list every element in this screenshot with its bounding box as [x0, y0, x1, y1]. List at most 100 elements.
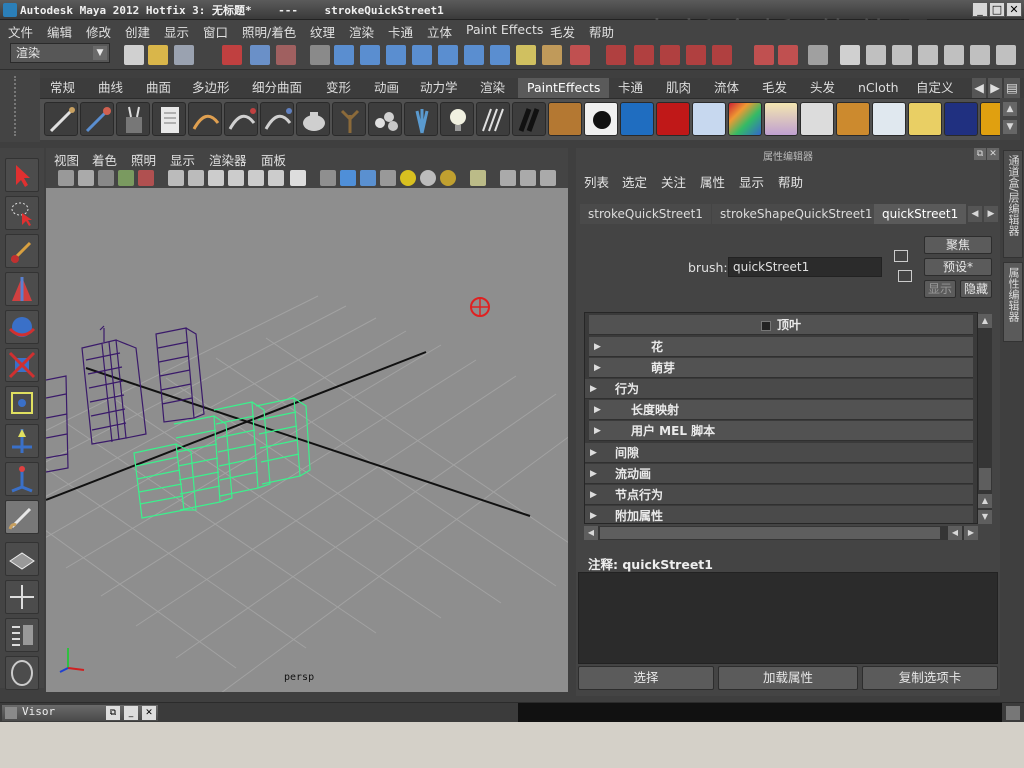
tab-curves[interactable]: 曲线 — [96, 78, 125, 98]
rope-icon[interactable] — [836, 102, 870, 136]
curve-brush-icon[interactable] — [188, 102, 222, 136]
drag-handle-icon[interactable] — [14, 76, 24, 136]
viewport-menu-renderer[interactable]: 渲染器 — [209, 150, 247, 169]
chevron-down-icon[interactable]: ▼ — [978, 510, 992, 524]
viewport-menu-panels[interactable]: 面板 — [261, 150, 286, 169]
ae-menu-selected[interactable]: 选定 — [622, 172, 647, 191]
neon-icon[interactable] — [944, 102, 978, 136]
menu-window[interactable]: 窗口 — [203, 22, 228, 41]
tab-ncloth[interactable]: nCloth — [856, 78, 901, 98]
snap-surface-icon[interactable] — [490, 45, 510, 65]
scrollbar-thumb[interactable] — [979, 468, 991, 490]
tab-general[interactable]: 常规 — [48, 78, 77, 98]
sections-vertical-scrollbar[interactable]: ▲ ▲ ▼ — [978, 314, 992, 524]
brush-name-field[interactable]: quickStreet1 — [728, 257, 882, 277]
side-tab-channel-box[interactable]: 通道盒/层编辑器 — [1003, 150, 1023, 258]
history-icon[interactable] — [570, 45, 590, 65]
tab-surfaces[interactable]: 曲面 — [144, 78, 173, 98]
output-ops-icon[interactable] — [634, 45, 654, 65]
overscan-icon[interactable] — [268, 170, 284, 186]
section-gaps[interactable]: ▶ 间隙 — [585, 443, 973, 463]
section-flow-animation[interactable]: ▶ 流动画 — [585, 464, 973, 484]
paint-brush-icon[interactable] — [80, 102, 114, 136]
restore-icon[interactable] — [1006, 706, 1020, 720]
construction-history-icon[interactable] — [660, 45, 680, 65]
chevron-up-icon[interactable]: ▲ — [1003, 102, 1017, 116]
chevron-left-icon[interactable]: ◀ — [584, 526, 598, 540]
hypershade-icon[interactable] — [778, 45, 798, 65]
lasso-tool-icon[interactable] — [5, 196, 39, 230]
menu-fur[interactable]: 毛发 — [550, 22, 575, 41]
paint-brush-icon[interactable] — [44, 102, 78, 136]
chevron-down-icon[interactable]: ▼ — [1003, 120, 1017, 134]
maximize-button[interactable]: □ — [989, 2, 1005, 17]
mesh-icon[interactable] — [800, 102, 834, 136]
textured-icon[interactable] — [380, 170, 396, 186]
curve-brush-icon[interactable] — [224, 102, 258, 136]
tab-stroke-node[interactable]: strokeQuickStreet1 — [580, 204, 711, 224]
menu-help[interactable]: 帮助 — [589, 22, 614, 41]
plant-icon[interactable] — [404, 102, 438, 136]
xray-joints-icon[interactable] — [520, 170, 536, 186]
safe-title-icon[interactable] — [228, 170, 244, 186]
attribute-editor-toggle-icon[interactable] — [944, 45, 964, 65]
stripes-icon[interactable] — [476, 102, 510, 136]
section-flowers[interactable]: ▶ 花 — [589, 337, 973, 357]
render-current-icon[interactable] — [686, 45, 706, 65]
lock-icon[interactable] — [542, 45, 562, 65]
tab-brush-node[interactable]: quickStreet1 — [874, 204, 967, 224]
field-chart-icon[interactable] — [248, 170, 264, 186]
paint-effects-tool-icon[interactable] — [5, 500, 39, 534]
snow-icon[interactable] — [692, 102, 726, 136]
close-panel-icon[interactable]: ✕ — [987, 148, 999, 160]
input-ops-icon[interactable] — [606, 45, 626, 65]
snap-view-icon[interactable] — [464, 45, 484, 65]
select-object-icon[interactable] — [250, 45, 270, 65]
render-settings-icon[interactable] — [754, 45, 774, 65]
scale-tool-icon[interactable] — [5, 348, 39, 382]
menu-render[interactable]: 渲染 — [349, 22, 374, 41]
sections-horizontal-scrollbar[interactable]: ◀ ◀ ▶ — [584, 526, 978, 540]
ae-menu-focus[interactable]: 关注 — [661, 172, 686, 191]
camera-attributes-icon[interactable] — [78, 170, 94, 186]
snap-live-icon[interactable] — [438, 45, 458, 65]
select-filter-icon[interactable] — [310, 45, 330, 65]
tab-deformation[interactable]: 变形 — [324, 78, 353, 98]
menu-texturing[interactable]: 纹理 — [310, 22, 335, 41]
orange-texture-icon[interactable] — [548, 102, 582, 136]
focus-button[interactable]: 聚焦 — [924, 236, 992, 254]
load-attributes-button[interactable]: 加载属性 — [718, 666, 858, 690]
clapper-icon[interactable] — [866, 45, 886, 65]
wireframe-icon[interactable] — [320, 170, 336, 186]
wireframe-on-shaded-icon[interactable] — [360, 170, 376, 186]
resolution-gate-icon[interactable] — [188, 170, 204, 186]
snap-plane-icon[interactable] — [412, 45, 432, 65]
film-gate-icon[interactable] — [168, 170, 184, 186]
section-extra-attributes[interactable]: ▶ 附加属性 — [585, 506, 973, 523]
perspective-viewport[interactable]: persp — [46, 148, 568, 692]
save-scene-icon[interactable] — [174, 45, 194, 65]
image-plane-icon[interactable] — [118, 170, 134, 186]
share-icon[interactable] — [540, 170, 556, 186]
menu-create[interactable]: 创建 — [125, 22, 150, 41]
camera-select-icon[interactable] — [58, 170, 74, 186]
new-scene-icon[interactable] — [124, 45, 144, 65]
menu-toon[interactable]: 卡通 — [388, 22, 413, 41]
ae-menu-show[interactable]: 显示 — [739, 172, 764, 191]
tab-toon[interactable]: 卡通 — [616, 78, 645, 98]
outliner-layout-icon[interactable] — [5, 618, 39, 652]
xray-icon[interactable] — [500, 170, 516, 186]
section-buds[interactable]: ▶ 萌芽 — [589, 358, 973, 378]
swirl-icon[interactable] — [872, 102, 906, 136]
default-light-icon[interactable] — [400, 170, 416, 186]
viewport-menu-view[interactable]: 视图 — [54, 150, 79, 169]
visor-tab[interactable]: Visor ⧉ _ ✕ — [2, 705, 158, 721]
single-perspective-layout-icon[interactable] — [5, 542, 39, 576]
all-lights-icon[interactable] — [420, 170, 436, 186]
section-length-flex[interactable]: ▶ 长度映射 — [589, 400, 973, 420]
snap-grid-icon[interactable] — [334, 45, 354, 65]
snap-curve-icon[interactable] — [360, 45, 380, 65]
chevron-up-icon[interactable]: ▲ — [978, 494, 992, 508]
menu-display[interactable]: 显示 — [164, 22, 189, 41]
scene-canvas[interactable] — [46, 148, 568, 692]
